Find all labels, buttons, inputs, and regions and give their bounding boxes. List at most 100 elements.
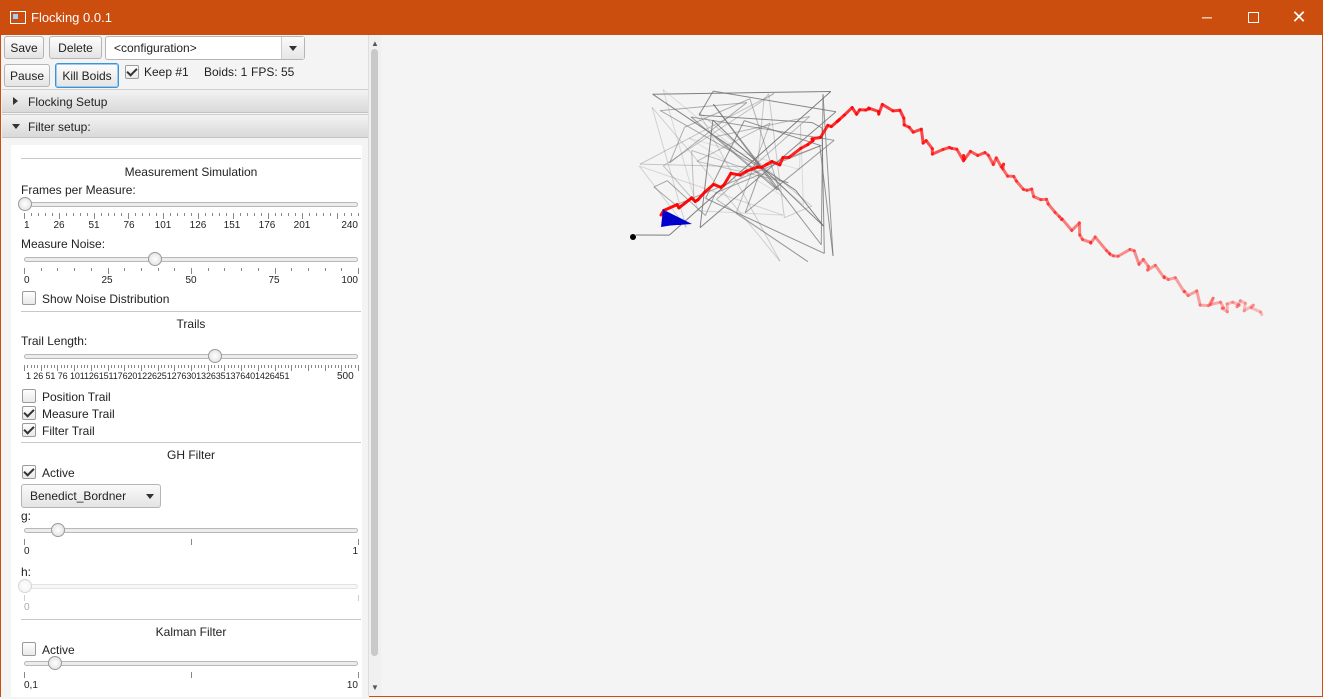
tick-mark	[24, 268, 25, 274]
tick-mark	[228, 365, 229, 368]
maximize-button[interactable]	[1230, 0, 1276, 35]
panel-scrollbar[interactable]: ▲ ▼	[368, 35, 381, 696]
tick-mark	[302, 213, 303, 219]
tick-mark	[198, 365, 199, 368]
flocking-setup-pane-header[interactable]: Flocking Setup	[2, 89, 369, 113]
filter-trail-segment	[1095, 237, 1106, 251]
tick-mark	[177, 213, 178, 216]
filter-setup-pane-header[interactable]: Filter setup:	[2, 114, 369, 138]
tick-mark	[149, 213, 150, 216]
tick-mark	[168, 365, 169, 368]
trail-length-label: Trail Length:	[21, 334, 87, 348]
filter-trail-checkbox[interactable]	[22, 423, 36, 437]
show-noise-distribution-checkbox[interactable]	[22, 291, 36, 305]
g-slider[interactable]	[24, 523, 358, 537]
tick-label: 25	[101, 275, 112, 286]
slider-thumb[interactable]	[18, 579, 32, 593]
filter-trail-segment	[926, 141, 932, 149]
tick-mark	[338, 365, 339, 368]
slider-thumb[interactable]	[148, 252, 162, 266]
tick-mark	[335, 365, 336, 368]
tick-mark	[201, 365, 202, 368]
tick-mark	[331, 365, 332, 368]
tick-label: 26	[53, 220, 64, 231]
filter-trail-segment	[869, 108, 879, 111]
scroll-up-icon[interactable]: ▲	[371, 39, 379, 48]
slider-thumb[interactable]	[48, 656, 62, 670]
tick-mark	[358, 213, 359, 216]
gh-active-checkbox[interactable]	[22, 465, 36, 479]
tick-mark	[328, 365, 329, 368]
save-button[interactable]: Save	[4, 36, 44, 59]
tick-mark	[121, 213, 122, 216]
simulation-canvas[interactable]	[381, 35, 1322, 696]
filter-trail-segment	[1251, 308, 1260, 312]
tick-mark	[141, 268, 142, 271]
tick-mark	[291, 365, 292, 371]
frames-tick-marks	[24, 213, 358, 219]
trail-length-tick-labels: 1 26 51 76 10112615117620122625127630132…	[26, 371, 289, 381]
tick-mark	[184, 365, 185, 368]
tick-mark	[323, 213, 324, 216]
tick-mark	[128, 365, 129, 368]
tick-mark	[226, 213, 227, 216]
keep-checkbox[interactable]	[125, 65, 139, 79]
tick-mark	[231, 365, 232, 368]
tick-mark	[345, 365, 346, 368]
kalman-slider[interactable]	[24, 656, 358, 670]
tick-mark	[358, 268, 359, 274]
tick-mark	[59, 213, 60, 219]
measure-trail-segment	[784, 206, 811, 218]
filter-setup-label: Filter setup:	[28, 120, 91, 134]
window-titlebar[interactable]: Flocking 0.0.1 ─ ✕	[0, 0, 1323, 35]
measure-trail-checkbox[interactable]	[22, 406, 36, 420]
tick-mark	[275, 268, 276, 274]
close-button[interactable]: ✕	[1276, 0, 1322, 35]
tick-mark	[254, 213, 255, 216]
measure-noise-slider[interactable]	[24, 252, 358, 266]
position-trail-checkbox[interactable]	[22, 389, 36, 403]
filter-trail-segment	[1155, 265, 1164, 278]
g-tick-marks	[24, 539, 358, 545]
kill-boids-button[interactable]: Kill Boids	[55, 63, 119, 88]
tick-mark	[224, 268, 225, 271]
scroll-down-icon[interactable]: ▼	[371, 683, 379, 692]
filter-trail-segment	[932, 149, 943, 154]
tick-mark	[163, 213, 164, 219]
window-title: Flocking 0.0.1	[31, 10, 112, 25]
pause-button[interactable]: Pause	[4, 64, 50, 87]
trail-length-slider[interactable]	[24, 349, 358, 363]
slider-thumb[interactable]	[51, 523, 65, 537]
frames-per-measure-slider[interactable]	[24, 197, 358, 211]
slider-thumb[interactable]	[18, 197, 32, 211]
tick-mark	[114, 365, 115, 368]
minimize-button[interactable]: ─	[1184, 0, 1230, 35]
h-slider[interactable]	[24, 579, 358, 593]
delete-button[interactable]: Delete	[49, 36, 102, 59]
tick-mark	[254, 365, 255, 368]
filter-trail-segment	[1261, 312, 1262, 315]
gh-filter-type-combo[interactable]: Benedict_Bordner	[21, 484, 161, 508]
filter-trail-segment	[1197, 291, 1200, 305]
tick-mark	[281, 365, 282, 368]
tick-mark	[214, 365, 215, 368]
tick-label: 10	[347, 680, 358, 691]
tick-mark	[275, 213, 276, 216]
tick-mark	[178, 365, 179, 368]
configuration-combo[interactable]: <configuration>	[105, 36, 305, 60]
tick-mark	[261, 365, 262, 368]
scrollbar-thumb[interactable]	[371, 49, 378, 656]
slider-thumb[interactable]	[208, 349, 222, 363]
tick-mark	[64, 365, 65, 368]
kalman-active-checkbox[interactable]	[22, 642, 36, 656]
filter-trail-segment	[882, 104, 893, 110]
tick-mark	[128, 213, 129, 219]
tick-mark	[295, 365, 296, 368]
measure-trail-segment	[689, 138, 799, 169]
tick-mark	[38, 213, 39, 216]
tick-mark	[233, 213, 234, 219]
chevron-down-icon[interactable]	[281, 37, 304, 59]
measure-trail-segment	[713, 91, 836, 112]
tick-mark	[47, 365, 48, 368]
tick-mark	[114, 213, 115, 216]
